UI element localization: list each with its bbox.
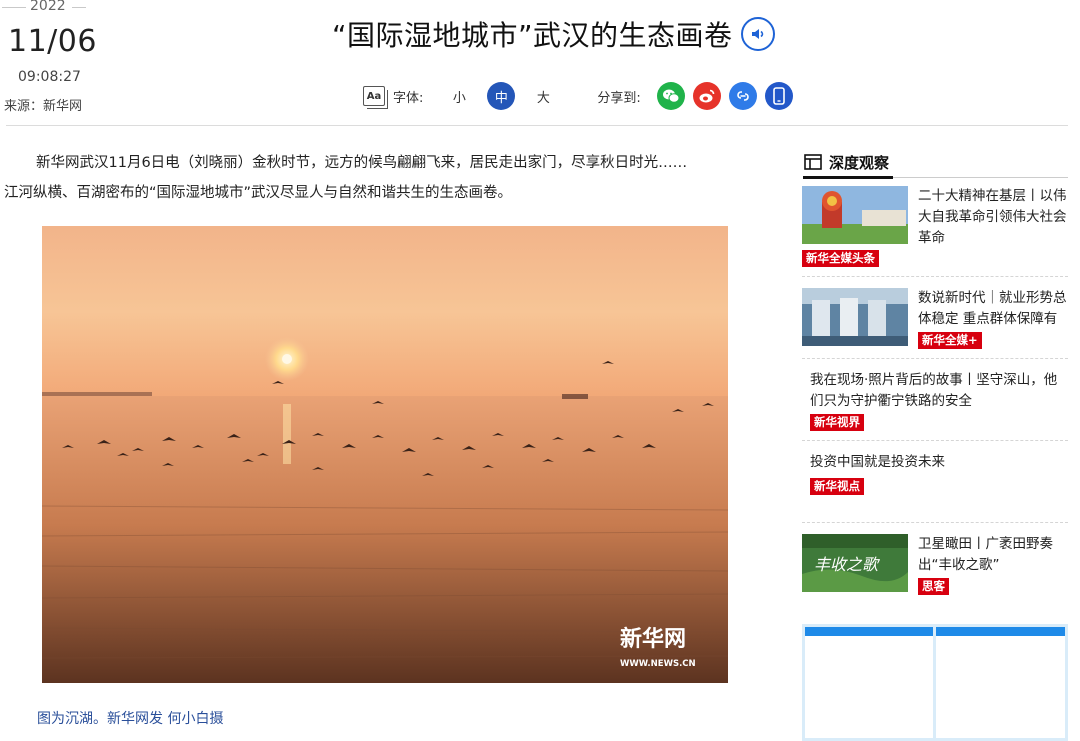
header-divider — [6, 125, 1068, 126]
article-toolbar: Aa 字体: 小 中 大 分享到: — [363, 82, 793, 110]
share-weibo-button[interactable] — [692, 82, 721, 110]
item-separator — [802, 358, 1068, 359]
sidebar-news-item[interactable]: 二十大精神在基层丨以伟大自我革命引领伟大社会革命 新华全媒头条 — [802, 186, 1068, 277]
font-size-large[interactable]: 大 — [529, 82, 557, 110]
news-title[interactable]: 二十大精神在基层丨以伟大自我革命引领伟大社会革命 — [918, 186, 1068, 249]
thumb-caption: 丰收之歌 — [814, 555, 881, 574]
sidebar-news-item[interactable]: 投资中国就是投资未来 新华视点 — [802, 452, 1068, 523]
news-tag[interactable]: 新华视点 — [810, 478, 864, 495]
font-size-label: 字体: — [393, 90, 424, 106]
news-source: 来源：新华网 — [4, 99, 83, 114]
book-icon — [804, 154, 822, 170]
sidebar-news-item[interactable]: 我在现场·照片背后的故事丨坚守深山，他们只为守护衢宁铁路的安全 新华视界 — [802, 370, 1068, 441]
font-size-icon: Aa — [363, 86, 388, 109]
photo-caption: 图为沉湖。新华网发 何小白摄 — [37, 711, 224, 727]
link-icon — [736, 91, 749, 101]
sidebar-title-text: 深度观察 — [829, 153, 890, 172]
news-tag[interactable]: 思客 — [918, 578, 949, 595]
news-tag[interactable]: 新华全媒头条 — [802, 250, 879, 267]
share-mobile-button[interactable] — [764, 82, 793, 110]
font-size-medium[interactable]: 中 — [487, 82, 516, 110]
news-thumbnail[interactable] — [802, 288, 908, 346]
sidebar-news-item[interactable]: 数说新时代｜就业形势总体稳定 重点群体保障有力 新华全媒+ — [802, 288, 1068, 359]
ad-column-divider — [933, 627, 936, 738]
share-link-button[interactable] — [728, 82, 757, 110]
article-photo: 新华网 WWW.NEWS.CN — [42, 226, 728, 683]
item-separator — [802, 276, 1068, 277]
article-paragraph: 新华网武汉11月6日电（刘晓丽）金秋时节，远方的候鸟翩翩飞来，居民走出家门，尽享… — [4, 148, 768, 208]
audio-play-button[interactable] — [740, 17, 775, 51]
publish-time: 09:08:27 — [18, 69, 81, 85]
article-page: 2022 11/06 09:08:27 来源：新华网 “国际湿地城市”武汉的生态… — [0, 0, 1080, 741]
share-label: 分享到: — [597, 90, 641, 106]
share-wechat-button[interactable] — [656, 82, 685, 110]
news-title[interactable]: 卫星瞰田丨广袤田野奏出“丰收之歌” — [918, 534, 1070, 576]
date-year-block: 2022 — [0, 0, 100, 16]
sidebar-ad-box[interactable] — [802, 624, 1068, 741]
headline-bar: “国际湿地城市”武汉的生态画卷 — [332, 14, 775, 54]
sidebar-title-rule — [803, 176, 1068, 179]
date-year: 2022 — [30, 0, 66, 14]
page-title: “国际湿地城市”武汉的生态画卷 — [332, 19, 733, 52]
photo-watermark: 新华网 — [620, 626, 686, 652]
news-tag[interactable]: 新华全媒+ — [918, 332, 982, 349]
article-line-1: 新华网武汉11月6日电（刘晓丽）金秋时节，远方的候鸟翩翩飞来，居民走出家门，尽享… — [36, 155, 688, 171]
news-tag[interactable]: 新华视界 — [810, 414, 864, 431]
mobile-icon — [772, 87, 785, 105]
news-thumbnail[interactable] — [802, 186, 908, 244]
photo-watermark-url: WWW.NEWS.CN — [620, 659, 696, 669]
sidebar-news-item[interactable]: 丰收之歌 卫星瞰田丨广袤田野奏出“丰收之歌” 思客 — [802, 534, 1068, 598]
news-title[interactable]: 我在现场·照片背后的故事丨坚守深山，他们只为守护衢宁铁路的安全 — [810, 370, 1068, 412]
article-line-2: 江河纵横、百湖密布的“国际湿地城市”武汉尽显人与自然和谐共生的生态画卷。 — [4, 185, 513, 201]
news-thumbnail[interactable]: 丰收之歌 — [802, 534, 908, 592]
item-separator — [802, 440, 1068, 441]
news-title[interactable]: 投资中国就是投资未来 — [810, 452, 1068, 473]
wechat-icon — [662, 89, 680, 103]
speaker-icon — [751, 29, 763, 39]
sidebar-title: 深度观察 — [803, 150, 889, 174]
weibo-icon — [699, 89, 715, 103]
font-size-small[interactable]: 小 — [445, 82, 473, 110]
item-separator — [802, 522, 1068, 523]
date-day: 11/06 — [8, 24, 97, 59]
